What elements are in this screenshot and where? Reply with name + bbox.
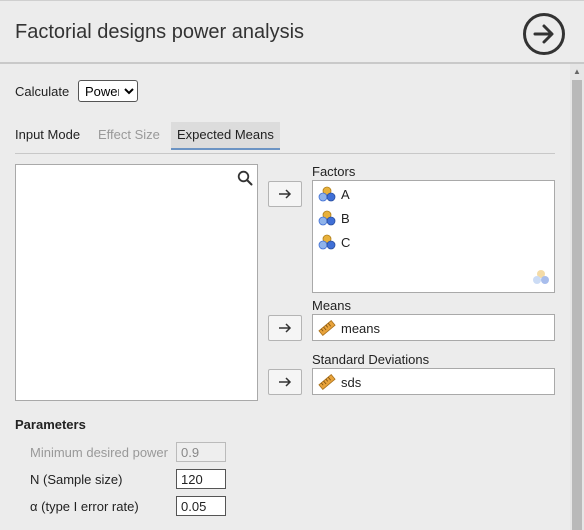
- calculate-label: Calculate: [15, 84, 70, 99]
- min-power-input: [176, 442, 226, 462]
- factors-box[interactable]: A B C: [312, 180, 555, 293]
- move-to-means-button[interactable]: [268, 315, 302, 341]
- sample-size-input[interactable]: [176, 469, 226, 489]
- factor-name: C: [341, 234, 351, 250]
- header: Factorial designs power analysis: [0, 0, 584, 64]
- means-label: Means: [312, 298, 352, 313]
- scroll-up-icon[interactable]: ▲: [572, 67, 582, 77]
- scale-ruler-icon: [318, 374, 336, 390]
- sds-variable-name: sds: [341, 374, 362, 390]
- list-item[interactable]: sds: [318, 372, 361, 392]
- factors-label: Factors: [312, 164, 356, 179]
- means-box[interactable]: means: [312, 314, 555, 341]
- page-title: Factorial designs power analysis: [15, 21, 305, 43]
- list-item[interactable]: C: [318, 232, 350, 252]
- alpha-input[interactable]: [176, 496, 226, 516]
- tab-expected-means[interactable]: Expected Means: [171, 122, 280, 150]
- input-mode-label: Input Mode: [15, 127, 81, 142]
- list-item[interactable]: B: [318, 208, 350, 228]
- nominal-variable-icon: [318, 234, 336, 250]
- move-to-sds-button[interactable]: [268, 369, 302, 395]
- arrow-right-icon: [533, 24, 554, 44]
- parameters-title: Parameters: [15, 417, 86, 432]
- factor-name: B: [341, 210, 350, 226]
- factor-name: A: [341, 186, 350, 202]
- move-to-factors-button[interactable]: [268, 181, 302, 207]
- nominal-variable-icon: [318, 210, 336, 226]
- close-button[interactable]: [523, 13, 565, 55]
- sds-box[interactable]: sds: [312, 368, 555, 395]
- tab-effect-size[interactable]: Effect Size: [98, 122, 160, 150]
- arrow-right-icon: [279, 377, 292, 387]
- arrow-right-icon: [279, 323, 292, 333]
- sds-label: Standard Deviations: [312, 352, 430, 367]
- input-mode-tabs: Input Mode Effect Size Expected Means: [15, 122, 555, 154]
- scale-ruler-icon: [318, 320, 336, 336]
- alpha-label: α (type I error rate): [30, 499, 139, 514]
- sample-size-label: N (Sample size): [30, 472, 123, 487]
- min-power-label: Minimum desired power: [30, 445, 168, 460]
- list-item[interactable]: means: [318, 318, 380, 338]
- means-variable-name: means: [341, 320, 381, 336]
- nominal-type-hint-icon: [532, 269, 550, 288]
- calculate-select[interactable]: Power: [78, 80, 138, 102]
- search-icon[interactable]: [237, 170, 253, 189]
- nominal-variable-icon: [318, 186, 336, 202]
- arrow-right-icon: [279, 189, 292, 199]
- scroll-thumb[interactable]: [572, 80, 582, 530]
- scrollbar[interactable]: ▲: [570, 64, 584, 530]
- available-variables-list[interactable]: [15, 164, 258, 401]
- list-item[interactable]: A: [318, 184, 350, 204]
